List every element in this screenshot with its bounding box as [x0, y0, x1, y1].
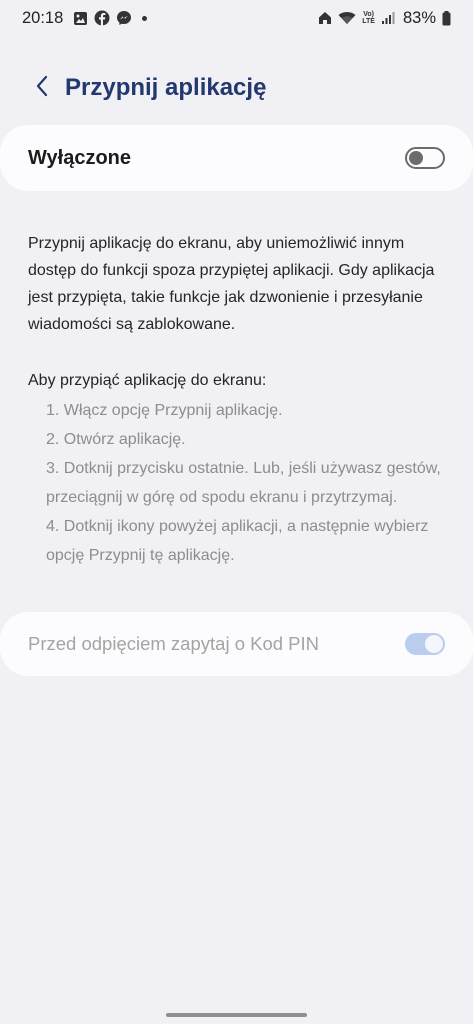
volte-label: Vo) [363, 11, 374, 18]
status-bar-right: Vo) LTE 83% [318, 9, 451, 28]
instruction-step: 3. Dotknij przycisku ostatnie. Lub, jeśl… [46, 460, 441, 506]
gallery-icon [73, 11, 88, 26]
lte-label: LTE [362, 18, 375, 25]
home-icon [318, 11, 332, 25]
instruction-step: 4. Dotknij ikony powyżej aplikacji, a na… [46, 518, 429, 564]
instructions-intro: Aby przypiąć aplikację do ekranu: [28, 372, 267, 389]
instruction-step: 2. Otwórz aplikację. [46, 431, 186, 448]
wifi-icon [338, 11, 356, 25]
volte-lte-icon: Vo) LTE [362, 11, 375, 25]
messenger-icon [116, 10, 132, 26]
pin-option-label: Przed odpięciem zapytaj o Kod PIN [28, 633, 320, 654]
description-text: Przypnij aplikację do ekranu, aby uniemo… [28, 235, 435, 333]
header: Przypnij aplikację [0, 66, 473, 110]
instruction-step: 1. Włącz opcję Przypnij aplikację. [46, 402, 283, 419]
page-title: Przypnij aplikację [65, 74, 267, 101]
signal-icon [381, 11, 395, 25]
battery-percent: 83% [402, 8, 436, 27]
status-time: 20:18 [22, 8, 64, 27]
notification-dot [142, 15, 148, 21]
master-toggle-label: Wyłączone [28, 146, 131, 169]
home-gesture-bar[interactable] [166, 1013, 307, 1017]
facebook-icon [94, 10, 110, 26]
battery-icon [442, 10, 451, 26]
status-bar-left: 20:18 [22, 8, 148, 28]
toggle-knob [409, 151, 423, 165]
chevron-left-icon [35, 75, 49, 102]
instructions-list: 1. Włącz opcję Przypnij aplikację. 2. Ot… [46, 396, 456, 570]
master-toggle-switch[interactable] [405, 147, 445, 169]
pin-option-row[interactable]: Przed odpięciem zapytaj o Kod PIN [0, 612, 473, 676]
master-toggle-row[interactable]: Wyłączone [0, 125, 473, 191]
pin-option-switch[interactable] [405, 633, 445, 655]
back-button[interactable] [20, 66, 64, 110]
toggle-knob [425, 635, 443, 653]
status-bar: 20:18 Vo) LTE 83% [0, 0, 473, 36]
